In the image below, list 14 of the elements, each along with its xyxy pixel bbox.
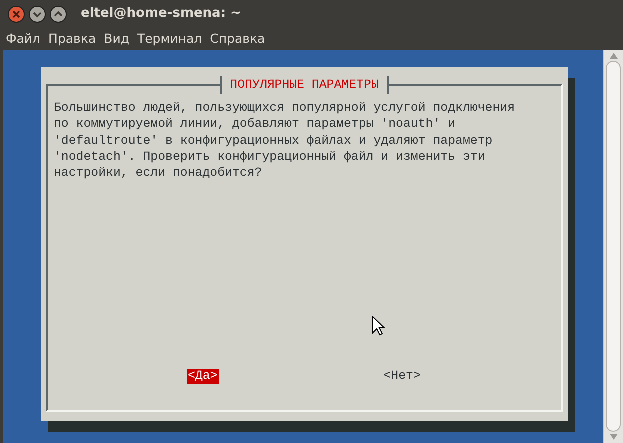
dialog-button[interactable]: <Да> bbox=[187, 369, 219, 384]
close-icon[interactable] bbox=[8, 6, 25, 22]
menu-item[interactable]: Вид bbox=[100, 30, 134, 48]
dialog-button[interactable]: <Нет> bbox=[382, 369, 422, 384]
menu-item[interactable]: Правка bbox=[44, 30, 100, 48]
menu-item[interactable]: Файл bbox=[2, 30, 45, 48]
maximize-icon[interactable] bbox=[50, 6, 67, 22]
window-title: eltel@home-smena: ~ bbox=[81, 5, 242, 24]
dialog-message: Большинство людей, пользующихся популярной услугой подключения по коммутируемой линии, добавляют параметры 'noauth' и 'defaultroute' в конфигурационных файлах и удаляют параметр 'nodetach'. Проверить конфигурационный файл и изменить эти настройки, если понадобится? bbox=[54, 100, 516, 182]
mouse-pointer-icon bbox=[372, 316, 385, 336]
menu-item[interactable]: Справка bbox=[206, 30, 270, 48]
dialog-title: ПОПУЛЯРНЫЕ ПАРАМЕТРЫ bbox=[220, 76, 389, 94]
menu-item[interactable]: Терминал bbox=[133, 30, 206, 48]
minimize-icon[interactable] bbox=[29, 6, 46, 22]
